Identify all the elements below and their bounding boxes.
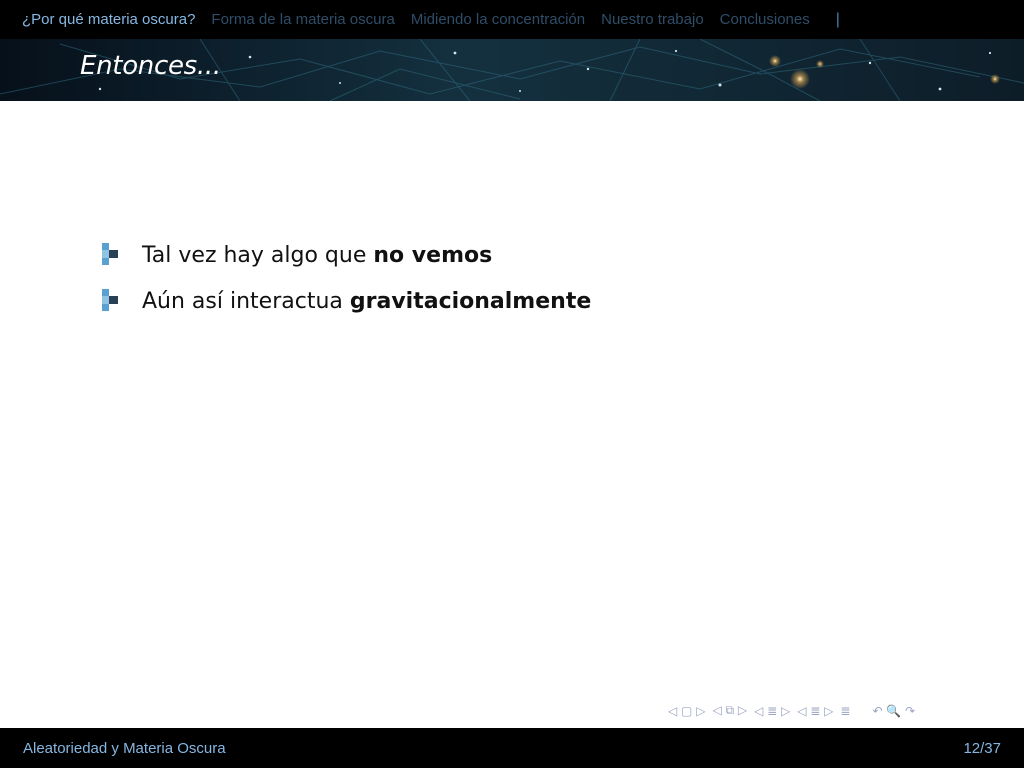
frame-nav-icon[interactable]: ◁ ⧉ ▷ [712, 703, 747, 718]
bullet-text: Aún así interactua gravitacionalmente [142, 288, 592, 314]
footer-title: Aleatoriedad y Materia Oscura [23, 739, 226, 757]
nav-section-why-dark-matter[interactable]: ¿Por qué materia oscura? [22, 11, 195, 28]
footer-bar: Aleatoriedad y Materia Oscura 12/37 [0, 728, 1024, 768]
nav-section-measuring-concentration[interactable]: Midiendo la concentración [411, 11, 585, 28]
document-nav-icon[interactable]: ≣ [840, 704, 850, 718]
progress-marker: | [835, 10, 840, 28]
nav-section-shape-dark-matter[interactable]: Forma de la materia oscura [211, 11, 394, 28]
navigation-symbols: ◁ ▢ ▷ ◁ ⧉ ▷ ◁ ≣ ▷ ◁ ≣ ▷ ≣ ↶ 🔍 ↷ [668, 703, 922, 718]
bullet-list: Tal vez hay algo que no vemos Aún así in… [100, 232, 591, 324]
section-navigation: ¿Por qué materia oscura? Forma de la mat… [0, 0, 1024, 39]
search-nav-icon[interactable]: ↶ 🔍 ↷ [872, 704, 915, 718]
page-counter: 12/37 [963, 739, 1001, 757]
bullet-item: Tal vez hay algo que no vemos [100, 232, 591, 278]
nav-section-our-work[interactable]: Nuestro trabajo [601, 11, 704, 28]
slide-nav-icon[interactable]: ◁ ▢ ▷ [668, 704, 705, 718]
bullet-item: Aún así interactua gravitacionalmente [100, 278, 591, 324]
square-bullet-icon [102, 289, 118, 311]
bullet-text: Tal vez hay algo que no vemos [142, 242, 493, 268]
frame-title-banner: Entonces... [0, 39, 1024, 101]
frame-title: Entonces... [80, 51, 221, 81]
section-nav-icon[interactable]: ◁ ≣ ▷ [797, 704, 833, 718]
subsection-nav-icon[interactable]: ◁ ≣ ▷ [754, 704, 790, 718]
square-bullet-icon [102, 243, 118, 265]
nav-section-conclusions[interactable]: Conclusiones [720, 11, 810, 28]
